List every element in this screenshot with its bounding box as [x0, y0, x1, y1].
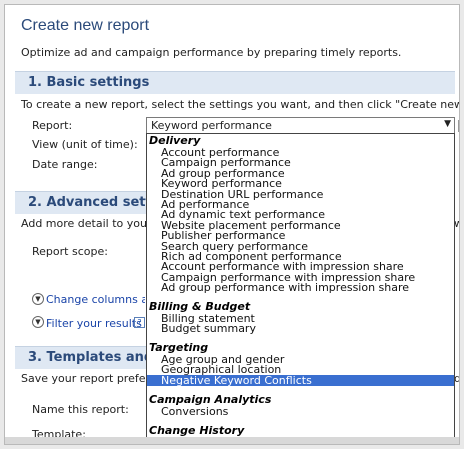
advanced-intro: Add more detail to your report — [21, 217, 146, 230]
dropdown-option[interactable]: Budget summary — [147, 323, 454, 334]
scroll-strip — [5, 437, 459, 444]
templates-intro: Save your report preferen — [21, 372, 146, 385]
basic-intro: To create a new report, select the setti… — [21, 98, 460, 111]
report-dropdown-list[interactable]: Delivery Account performance Campaign perf… — [146, 133, 455, 444]
page-description: Optimize ad and campaign performance by … — [21, 46, 402, 59]
calendar-icon[interactable] — [458, 120, 459, 132]
create-report-panel: Create new report Optimize ad and campai… — [4, 4, 460, 445]
report-name-label: Name this report: — [32, 403, 129, 416]
dropdown-option[interactable]: Conversions — [147, 406, 454, 417]
section-basic-heading: 1. Basic settings — [28, 75, 150, 90]
help-icon[interactable]: ? — [134, 317, 145, 328]
section-basic-settings: 1. Basic settings — [15, 71, 455, 94]
dropdown-option-label: Conversions — [161, 405, 229, 418]
expand-columns-icon[interactable]: ▼ — [32, 293, 44, 305]
dropdown-option-label: Negative Keyword Conflicts — [161, 373, 312, 387]
page-title: Create new report — [21, 17, 150, 34]
dropdown-arrow-icon[interactable]: ▼ — [444, 119, 451, 129]
report-scope-label: Report scope: — [32, 245, 108, 258]
report-label: Report: — [32, 119, 73, 132]
dropdown-option-label: Ad group performance with impression sha… — [161, 281, 410, 295]
dropdown-option[interactable]: Ad group performance with impression sha… — [147, 282, 454, 293]
dropdown-option-label: Budget summary — [161, 322, 256, 336]
view-label: View (unit of time): — [32, 138, 138, 151]
report-select-value: Keyword performance — [151, 119, 272, 132]
date-range-label: Date range: — [32, 158, 98, 171]
dropdown-option[interactable]: Negative Keyword Conflicts — [147, 373, 454, 387]
report-select[interactable]: Keyword performance ▼ — [146, 117, 455, 134]
expand-filter-icon[interactable]: ▼ — [32, 316, 44, 328]
change-columns-link[interactable]: Change columns and — [46, 293, 145, 306]
filter-results-link[interactable]: Filter your results — [46, 317, 142, 330]
